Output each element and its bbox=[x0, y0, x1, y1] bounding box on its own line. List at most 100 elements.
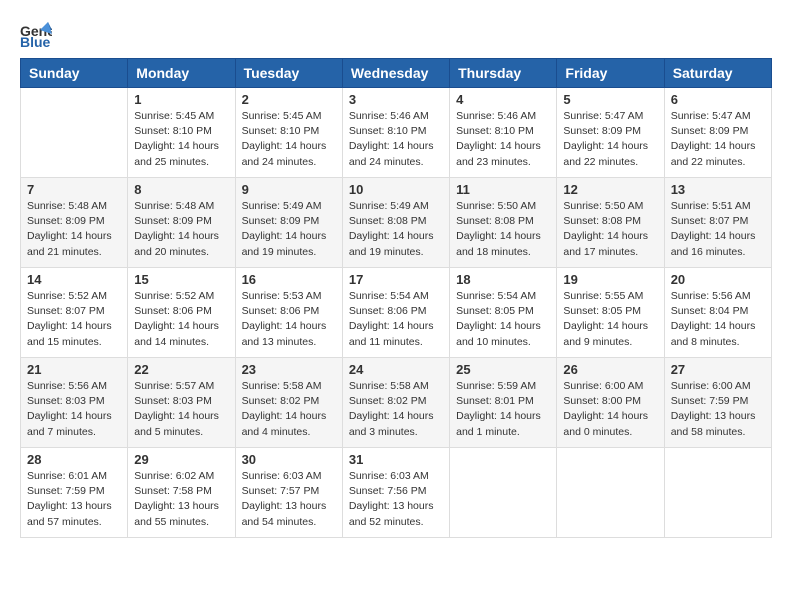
day-number: 3 bbox=[349, 92, 443, 107]
day-of-week-header: Tuesday bbox=[235, 59, 342, 88]
day-number: 2 bbox=[242, 92, 336, 107]
day-of-week-header: Friday bbox=[557, 59, 664, 88]
day-info: Sunrise: 5:50 AM Sunset: 8:08 PM Dayligh… bbox=[563, 199, 657, 260]
calendar-cell: 1Sunrise: 5:45 AM Sunset: 8:10 PM Daylig… bbox=[128, 88, 235, 178]
day-number: 25 bbox=[456, 362, 550, 377]
day-number: 20 bbox=[671, 272, 765, 287]
day-info: Sunrise: 5:53 AM Sunset: 8:06 PM Dayligh… bbox=[242, 289, 336, 350]
day-number: 26 bbox=[563, 362, 657, 377]
day-number: 13 bbox=[671, 182, 765, 197]
calendar-cell: 31 Sunrise: 6:03 AM Sunset: 7:56 PM Dayli… bbox=[342, 448, 449, 538]
calendar-cell: 21Sunrise: 5:56 AM Sunset: 8:03 PM Dayli… bbox=[21, 358, 128, 448]
calendar-cell: 18 Sunrise: 5:54 AM Sunset: 8:05 PM Dayli… bbox=[450, 268, 557, 358]
calendar-cell: 27Sunrise: 6:00 AM Sunset: 7:59 PM Dayli… bbox=[664, 358, 771, 448]
day-info: Sunrise: 5:49 AM Sunset: 8:09 PM Dayligh… bbox=[242, 199, 336, 260]
calendar-cell: 19Sunrise: 5:55 AM Sunset: 8:05 PM Dayli… bbox=[557, 268, 664, 358]
day-number: 24 bbox=[349, 362, 443, 377]
calendar-cell: 30 Sunrise: 6:03 AM Sunset: 7:57 PM Dayli… bbox=[235, 448, 342, 538]
day-info: Sunrise: 5:57 AM Sunset: 8:03 PM Dayligh… bbox=[134, 379, 228, 440]
calendar-cell: 12 Sunrise: 5:50 AM Sunset: 8:08 PM Dayli… bbox=[557, 178, 664, 268]
calendar-cell: 14Sunrise: 5:52 AM Sunset: 8:07 PM Dayli… bbox=[21, 268, 128, 358]
day-info: Sunrise: 5:58 AM Sunset: 8:02 PM Dayligh… bbox=[349, 379, 443, 440]
day-number: 12 bbox=[563, 182, 657, 197]
day-number: 5 bbox=[563, 92, 657, 107]
calendar-cell: 28 Sunrise: 6:01 AM Sunset: 7:59 PM Dayli… bbox=[21, 448, 128, 538]
calendar-cell: 20 Sunrise: 5:56 AM Sunset: 8:04 PM Dayli… bbox=[664, 268, 771, 358]
day-number: 11 bbox=[456, 182, 550, 197]
day-info: Sunrise: 5:58 AM Sunset: 8:02 PM Dayligh… bbox=[242, 379, 336, 440]
day-info: Sunrise: 5:51 AM Sunset: 8:07 PM Dayligh… bbox=[671, 199, 765, 260]
day-info: Sunrise: 5:46 AM Sunset: 8:10 PM Dayligh… bbox=[349, 109, 443, 170]
calendar-cell: 17 Sunrise: 5:54 AM Sunset: 8:06 PM Dayli… bbox=[342, 268, 449, 358]
calendar-cell: 22 Sunrise: 5:57 AM Sunset: 8:03 PM Dayli… bbox=[128, 358, 235, 448]
logo: General Blue bbox=[20, 20, 52, 48]
page-header: General Blue bbox=[20, 20, 772, 48]
calendar-cell: 29 Sunrise: 6:02 AM Sunset: 7:58 PM Dayli… bbox=[128, 448, 235, 538]
day-number: 1 bbox=[134, 92, 228, 107]
day-number: 21 bbox=[27, 362, 121, 377]
day-info: Sunrise: 5:55 AM Sunset: 8:05 PM Dayligh… bbox=[563, 289, 657, 350]
day-number: 27 bbox=[671, 362, 765, 377]
day-info: Sunrise: 6:00 AM Sunset: 8:00 PM Dayligh… bbox=[563, 379, 657, 440]
calendar-cell: 24 Sunrise: 5:58 AM Sunset: 8:02 PM Dayli… bbox=[342, 358, 449, 448]
day-number: 22 bbox=[134, 362, 228, 377]
calendar-week-row: 7 Sunrise: 5:48 AM Sunset: 8:09 PM Daylig… bbox=[21, 178, 772, 268]
day-info: Sunrise: 5:54 AM Sunset: 8:06 PM Dayligh… bbox=[349, 289, 443, 350]
day-info: Sunrise: 5:54 AM Sunset: 8:05 PM Dayligh… bbox=[456, 289, 550, 350]
calendar-cell: 25Sunrise: 5:59 AM Sunset: 8:01 PM Dayli… bbox=[450, 358, 557, 448]
calendar-cell: 16 Sunrise: 5:53 AM Sunset: 8:06 PM Dayli… bbox=[235, 268, 342, 358]
calendar-week-row: 1 Sunrise: 5:45 AM Sunset: 8:10 PM Daylig… bbox=[21, 88, 772, 178]
day-number: 23 bbox=[242, 362, 336, 377]
calendar-week-row: 21Sunrise: 5:56 AM Sunset: 8:03 PM Dayli… bbox=[21, 358, 772, 448]
calendar-cell: 11 Sunrise: 5:50 AM Sunset: 8:08 PM Dayli… bbox=[450, 178, 557, 268]
day-number: 9 bbox=[242, 182, 336, 197]
day-number: 8 bbox=[134, 182, 228, 197]
day-number: 10 bbox=[349, 182, 443, 197]
calendar-cell: 9 Sunrise: 5:49 AM Sunset: 8:09 PM Daylig… bbox=[235, 178, 342, 268]
calendar-cell: 8 Sunrise: 5:48 AM Sunset: 8:09 PM Daylig… bbox=[128, 178, 235, 268]
day-info: Sunrise: 5:52 AM Sunset: 8:06 PM Dayligh… bbox=[134, 289, 228, 350]
day-number: 18 bbox=[456, 272, 550, 287]
calendar-week-row: 28 Sunrise: 6:01 AM Sunset: 7:59 PM Dayli… bbox=[21, 448, 772, 538]
day-info: Sunrise: 5:56 AM Sunset: 8:04 PM Dayligh… bbox=[671, 289, 765, 350]
calendar-table: SundayMondayTuesdayWednesdayThursdayFrid… bbox=[20, 58, 772, 538]
day-info: Sunrise: 5:46 AM Sunset: 8:10 PM Dayligh… bbox=[456, 109, 550, 170]
calendar-cell: 3 Sunrise: 5:46 AM Sunset: 8:10 PM Daylig… bbox=[342, 88, 449, 178]
calendar-cell: 6 Sunrise: 5:47 AM Sunset: 8:09 PM Daylig… bbox=[664, 88, 771, 178]
day-info: Sunrise: 6:03 AM Sunset: 7:56 PM Dayligh… bbox=[349, 469, 443, 530]
day-number: 28 bbox=[27, 452, 121, 467]
day-info: Sunrise: 6:02 AM Sunset: 7:58 PM Dayligh… bbox=[134, 469, 228, 530]
day-number: 16 bbox=[242, 272, 336, 287]
calendar-cell bbox=[557, 448, 664, 538]
day-of-week-header: Monday bbox=[128, 59, 235, 88]
day-info: Sunrise: 5:50 AM Sunset: 8:08 PM Dayligh… bbox=[456, 199, 550, 260]
calendar-header-row: SundayMondayTuesdayWednesdayThursdayFrid… bbox=[21, 59, 772, 88]
day-number: 31 bbox=[349, 452, 443, 467]
calendar-cell: 26 Sunrise: 6:00 AM Sunset: 8:00 PM Dayli… bbox=[557, 358, 664, 448]
day-info: Sunrise: 5:47 AM Sunset: 8:09 PM Dayligh… bbox=[671, 109, 765, 170]
day-number: 7 bbox=[27, 182, 121, 197]
day-number: 30 bbox=[242, 452, 336, 467]
day-of-week-header: Wednesday bbox=[342, 59, 449, 88]
day-of-week-header: Saturday bbox=[664, 59, 771, 88]
day-number: 4 bbox=[456, 92, 550, 107]
calendar-cell: 5Sunrise: 5:47 AM Sunset: 8:09 PM Daylig… bbox=[557, 88, 664, 178]
day-number: 29 bbox=[134, 452, 228, 467]
calendar-cell bbox=[21, 88, 128, 178]
day-info: Sunrise: 6:03 AM Sunset: 7:57 PM Dayligh… bbox=[242, 469, 336, 530]
svg-text:Blue: Blue bbox=[20, 34, 51, 48]
calendar-cell bbox=[450, 448, 557, 538]
day-number: 14 bbox=[27, 272, 121, 287]
day-number: 17 bbox=[349, 272, 443, 287]
logo-icon: General Blue bbox=[20, 20, 52, 48]
calendar-week-row: 14Sunrise: 5:52 AM Sunset: 8:07 PM Dayli… bbox=[21, 268, 772, 358]
calendar-cell: 13 Sunrise: 5:51 AM Sunset: 8:07 PM Dayli… bbox=[664, 178, 771, 268]
day-info: Sunrise: 5:45 AM Sunset: 8:10 PM Dayligh… bbox=[242, 109, 336, 170]
calendar-cell: 10Sunrise: 5:49 AM Sunset: 8:08 PM Dayli… bbox=[342, 178, 449, 268]
day-number: 6 bbox=[671, 92, 765, 107]
day-info: Sunrise: 5:48 AM Sunset: 8:09 PM Dayligh… bbox=[134, 199, 228, 260]
day-info: Sunrise: 6:01 AM Sunset: 7:59 PM Dayligh… bbox=[27, 469, 121, 530]
day-of-week-header: Thursday bbox=[450, 59, 557, 88]
day-info: Sunrise: 5:48 AM Sunset: 8:09 PM Dayligh… bbox=[27, 199, 121, 260]
calendar-cell: 23 Sunrise: 5:58 AM Sunset: 8:02 PM Dayli… bbox=[235, 358, 342, 448]
